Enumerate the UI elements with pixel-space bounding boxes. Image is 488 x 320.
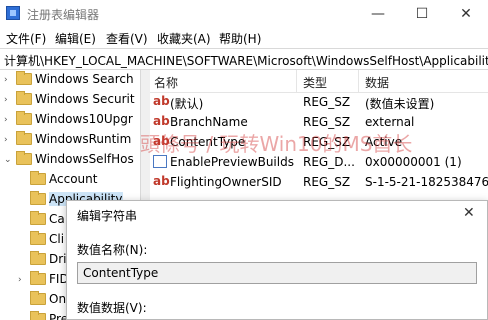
expand-arrow-icon[interactable]: › (4, 134, 14, 146)
tree-item-label: Dri (49, 252, 67, 266)
value-row[interactable]: ab FlightingOwnerSID REG_SZ S-1-5-21-182… (150, 172, 488, 192)
collapse-arrow-icon[interactable]: ⌄ (4, 154, 14, 166)
tree-item-label: Windows10Upgr (35, 112, 133, 126)
column-header-row: 名称 类型 数据 (150, 70, 488, 93)
value-row[interactable]: ab ContentType REG_SZ Active (150, 132, 488, 152)
value-name: EnablePreviewBuilds (170, 155, 294, 169)
dialog-close-button[interactable]: ✕ (463, 205, 475, 221)
expand-arrow-icon[interactable]: › (4, 74, 14, 86)
tree-item-label: Ca (49, 212, 65, 226)
folder-icon (30, 291, 46, 305)
folder-icon (16, 111, 32, 125)
menu-file[interactable]: 文件(F) (6, 30, 46, 47)
value-type: REG_SZ (303, 115, 351, 129)
folder-icon (30, 311, 46, 320)
menu-help[interactable]: 帮助(H) (219, 30, 261, 47)
tree-item-windows10upgrade[interactable]: › Windows10Upgr (0, 110, 150, 130)
string-value-icon: ab (153, 134, 170, 148)
value-name: ContentType (170, 135, 246, 149)
value-data: S-1-5-21-1825384769- (365, 175, 488, 189)
column-header-type[interactable]: 类型 (303, 74, 327, 91)
value-row[interactable]: EnablePreviewBuilds REG_D... 0x00000001 … (150, 152, 488, 172)
maximize-button[interactable]: ☐ (400, 0, 444, 28)
value-name: BranchName (170, 115, 248, 129)
folder-icon (30, 271, 46, 285)
menu-view[interactable]: 查看(V) (106, 30, 148, 47)
value-type: REG_SZ (303, 95, 351, 109)
value-data-label: 数值数据(V): (77, 301, 147, 315)
tree-item-label: On (49, 292, 67, 306)
value-type: REG_D... (303, 155, 355, 169)
value-row[interactable]: ab BranchName REG_SZ external (150, 112, 488, 132)
folder-open-icon (16, 151, 32, 165)
tree-item-label: Account (49, 172, 98, 186)
column-divider[interactable] (296, 70, 297, 92)
value-data: (数值未设置) (365, 97, 435, 111)
title-bar: 注册表编辑器 — ☐ ✕ (0, 0, 488, 28)
value-type: REG_SZ (303, 135, 351, 149)
tree-item-label: Windows Search (35, 72, 134, 86)
value-type: REG_SZ (303, 175, 351, 189)
value-data: Active (365, 135, 403, 149)
value-data: 0x00000001 (1) (365, 155, 462, 169)
folder-icon (30, 211, 46, 225)
menu-edit[interactable]: 编辑(E) (55, 30, 96, 47)
tree-item-windowsselfhost[interactable]: ⌄ WindowsSelfHos (0, 150, 150, 170)
folder-icon (30, 251, 46, 265)
tree-item-label: Windows Securit (35, 92, 135, 106)
tree-item-label: WindowsSelfHos (35, 152, 134, 166)
tree-item-windows-search[interactable]: › Windows Search (0, 70, 150, 90)
tree-item-label: Cli (49, 232, 65, 246)
folder-icon (16, 91, 32, 105)
value-name: (默认) (170, 97, 204, 111)
string-value-icon: ab (153, 174, 170, 188)
folder-icon (16, 131, 32, 145)
tree-item-windowsruntime[interactable]: › WindowsRuntim (0, 130, 150, 150)
minimize-button[interactable]: — (356, 0, 400, 28)
edit-string-dialog: 编辑字符串 ✕ 数值名称(N): ContentType 数值数据(V): (66, 200, 488, 320)
value-name-label: 数值名称(N): (77, 243, 148, 257)
column-header-name[interactable]: 名称 (154, 74, 178, 91)
tree-item-windows-security[interactable]: › Windows Securit (0, 90, 150, 110)
value-name-field-text: ContentType (83, 266, 159, 280)
tree-item-label: WindowsRuntim (35, 132, 132, 146)
address-bar[interactable]: 计算机\HKEY_LOCAL_MACHINE\SOFTWARE\Microsof… (0, 48, 488, 70)
binary-value-icon (153, 155, 167, 168)
address-path: 计算机\HKEY_LOCAL_MACHINE\SOFTWARE\Microsof… (4, 54, 488, 68)
close-button[interactable]: ✕ (444, 0, 488, 28)
regedit-app-icon (6, 6, 20, 20)
tree-item-account[interactable]: Account (0, 170, 150, 190)
column-divider[interactable] (358, 70, 359, 92)
folder-open-icon (30, 191, 46, 205)
menu-favorites[interactable]: 收藏夹(A) (157, 30, 211, 47)
folder-icon (16, 71, 32, 85)
value-name: FlightingOwnerSID (170, 175, 282, 189)
dialog-title: 编辑字符串 (77, 209, 138, 223)
value-data: external (365, 115, 415, 129)
column-header-data[interactable]: 数据 (365, 74, 389, 91)
value-row[interactable]: ab (默认) REG_SZ (数值未设置) (150, 92, 488, 112)
expand-arrow-icon[interactable]: › (18, 274, 28, 286)
folder-icon (30, 171, 46, 185)
string-value-icon: ab (153, 94, 170, 108)
expand-arrow-icon[interactable]: › (4, 114, 14, 126)
window-title: 注册表编辑器 (27, 8, 100, 22)
string-value-icon: ab (153, 114, 170, 128)
folder-icon (30, 231, 46, 245)
value-name-field[interactable]: ContentType (77, 262, 477, 284)
menu-bar: 文件(F) 编辑(E) 查看(V) 收藏夹(A) 帮助(H) (0, 28, 488, 48)
expand-arrow-icon[interactable]: › (4, 94, 14, 106)
